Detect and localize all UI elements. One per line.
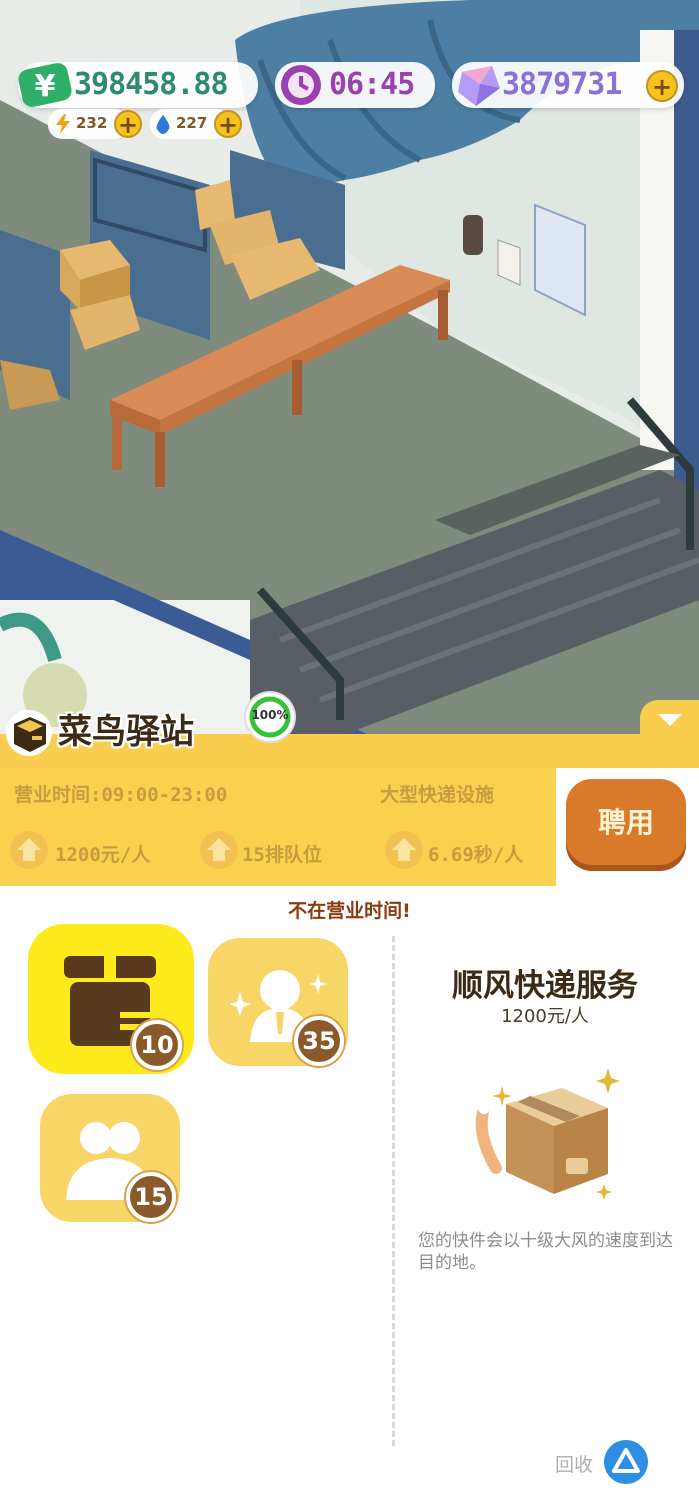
lightning-icon: [54, 114, 72, 134]
business-hours: 营业时间:09:00-23:00: [14, 784, 228, 806]
recycle-icon: [612, 1448, 640, 1473]
satisfaction-meter: 100%: [246, 693, 294, 741]
yuan-icon: ¥: [16, 56, 74, 114]
energy-value: 232: [76, 114, 108, 132]
income-icon: [10, 831, 48, 869]
clock-icon: [281, 65, 321, 105]
hire-button-label: 聘用: [597, 806, 654, 839]
collapse-panel-button[interactable]: [640, 700, 699, 740]
upgrade-card-package[interactable]: 10: [28, 924, 194, 1074]
add-water-button[interactable]: +: [214, 110, 242, 138]
station-title: 菜鸟驿站: [58, 712, 194, 752]
recycle-button[interactable]: [604, 1440, 648, 1484]
gem-display: 3879731 +: [452, 62, 684, 108]
income-per-person: 1200元/人: [55, 844, 151, 866]
add-gems-button[interactable]: +: [646, 70, 678, 102]
facility-category: 大型快递设施: [380, 784, 495, 806]
upgrade-card-staff[interactable]: 35: [208, 938, 348, 1066]
chevron-down-icon: [658, 714, 682, 726]
water-display: 227 +: [150, 109, 242, 139]
hire-button[interactable]: 聘用: [566, 779, 686, 865]
closed-notice: 不在营业时间!: [288, 900, 411, 922]
money-value: 398458.88: [74, 67, 229, 102]
staff-level-badge: 35: [294, 1016, 344, 1066]
time-display: 06:45: [275, 62, 435, 108]
service-description: 您的快件会以十级大风的速度到达目的地。: [418, 1231, 673, 1273]
package-level-badge: 10: [132, 1020, 182, 1070]
panel-divider: [392, 936, 395, 1446]
queue-slots: 15排队位: [242, 844, 322, 866]
energy-display: 232 +: [48, 109, 142, 139]
upgrade-card-customers[interactable]: 15: [40, 1094, 180, 1222]
gem-icon: [454, 62, 502, 108]
time-value: 06:45: [329, 67, 415, 102]
service-time: 6.69秒/人: [428, 844, 524, 866]
gem-value: 3879731: [502, 67, 622, 102]
station-box-icon: [4, 708, 54, 758]
service-price: 1200元/人: [501, 1006, 589, 1027]
flying-package-illustration: [475, 1068, 620, 1200]
speed-icon: [385, 831, 423, 869]
water-drop-icon: [154, 114, 172, 134]
add-energy-button[interactable]: +: [114, 110, 142, 138]
station-info-ticket: 营业时间:09:00-23:00 大型快递设施 1200元/人 15排队位 6.…: [0, 768, 556, 886]
money-display: ¥ 398458.88: [18, 62, 258, 108]
queue-icon: [200, 831, 238, 869]
svg-text:¥: ¥: [35, 69, 56, 104]
service-title: 顺风快递服务: [452, 968, 638, 1004]
recycle-label: 回收: [555, 1454, 594, 1476]
water-value: 227: [176, 114, 208, 132]
satisfaction-percent: 100%: [251, 708, 289, 722]
customers-level-badge: 15: [126, 1172, 176, 1222]
